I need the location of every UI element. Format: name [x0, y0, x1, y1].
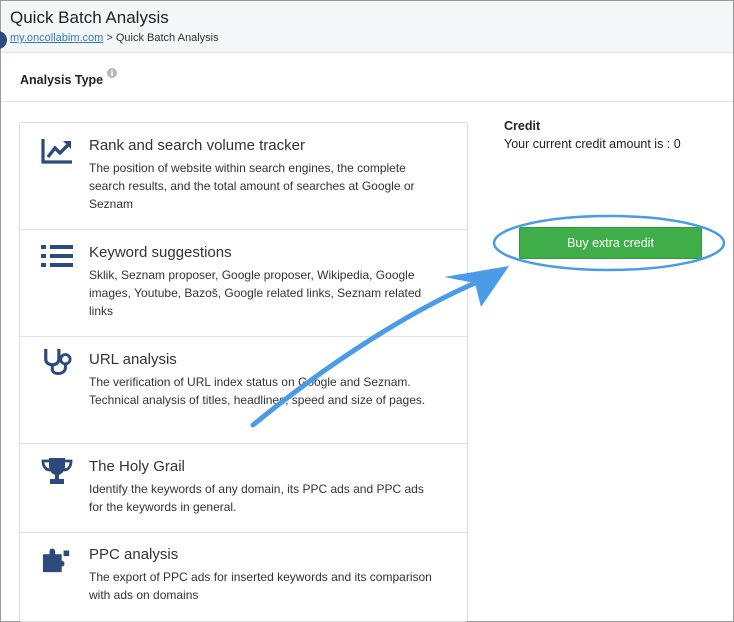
card-title: Keyword suggestions	[89, 244, 232, 261]
list-icon	[41, 245, 73, 267]
analysis-type-header: Analysis Type i	[2, 59, 733, 102]
info-icon[interactable]: i	[107, 68, 117, 78]
puzzle-icon	[42, 548, 70, 573]
section-title: Analysis Type	[20, 73, 104, 87]
breadcrumb-separator: >	[103, 32, 116, 44]
card-description: Identify the keywords of any domain, its…	[89, 482, 424, 514]
stethoscope-icon	[44, 348, 72, 375]
page-title: Quick Batch Analysis	[10, 8, 169, 27]
trophy-icon	[41, 458, 73, 484]
card-title: URL analysis	[89, 351, 177, 368]
analysis-card-ppc-analysis[interactable]: PPC analysis The export of PPC ads for i…	[20, 533, 467, 621]
credit-amount-text: Your current credit amount is : 0	[504, 137, 681, 151]
card-title: Rank and search volume tracker	[89, 137, 305, 154]
analysis-type-list: Rank and search volume tracker The posit…	[19, 122, 468, 622]
breadcrumb: my.oncollabim.com > Quick Batch Analysis	[10, 32, 219, 44]
page-header: Quick Batch Analysis my.oncollabim.com >…	[0, 2, 733, 53]
card-title: PPC analysis	[89, 546, 179, 563]
analysis-card-holy-grail[interactable]: The Holy Grail Identify the keywords of …	[20, 444, 467, 533]
card-description: The export of PPC ads for inserted keywo…	[89, 570, 432, 602]
analysis-card-url-analysis[interactable]: URL analysis The verification of URL ind…	[20, 337, 467, 444]
breadcrumb-current: Quick Batch Analysis	[115, 32, 219, 44]
card-description: The verification of URL index status on …	[89, 375, 426, 407]
card-title: The Holy Grail	[89, 458, 185, 475]
breadcrumb-home-link[interactable]: my.oncollabim.com	[10, 32, 103, 44]
window-frame: Quick Batch Analysis my.oncollabim.com >…	[0, 0, 734, 622]
analysis-card-keyword-suggestions[interactable]: Keyword suggestions Sklik, Seznam propos…	[20, 230, 467, 337]
card-description: The position of website within search en…	[89, 161, 415, 211]
avatar[interactable]	[0, 31, 7, 49]
trend-chart-icon	[41, 139, 72, 164]
card-description: Sklik, Seznam proposer, Google proposer,…	[89, 268, 422, 318]
buy-extra-credit-button[interactable]: Buy extra credit	[519, 227, 702, 259]
analysis-card-rank-tracker[interactable]: Rank and search volume tracker The posit…	[20, 123, 467, 230]
credit-title: Credit	[504, 119, 541, 133]
